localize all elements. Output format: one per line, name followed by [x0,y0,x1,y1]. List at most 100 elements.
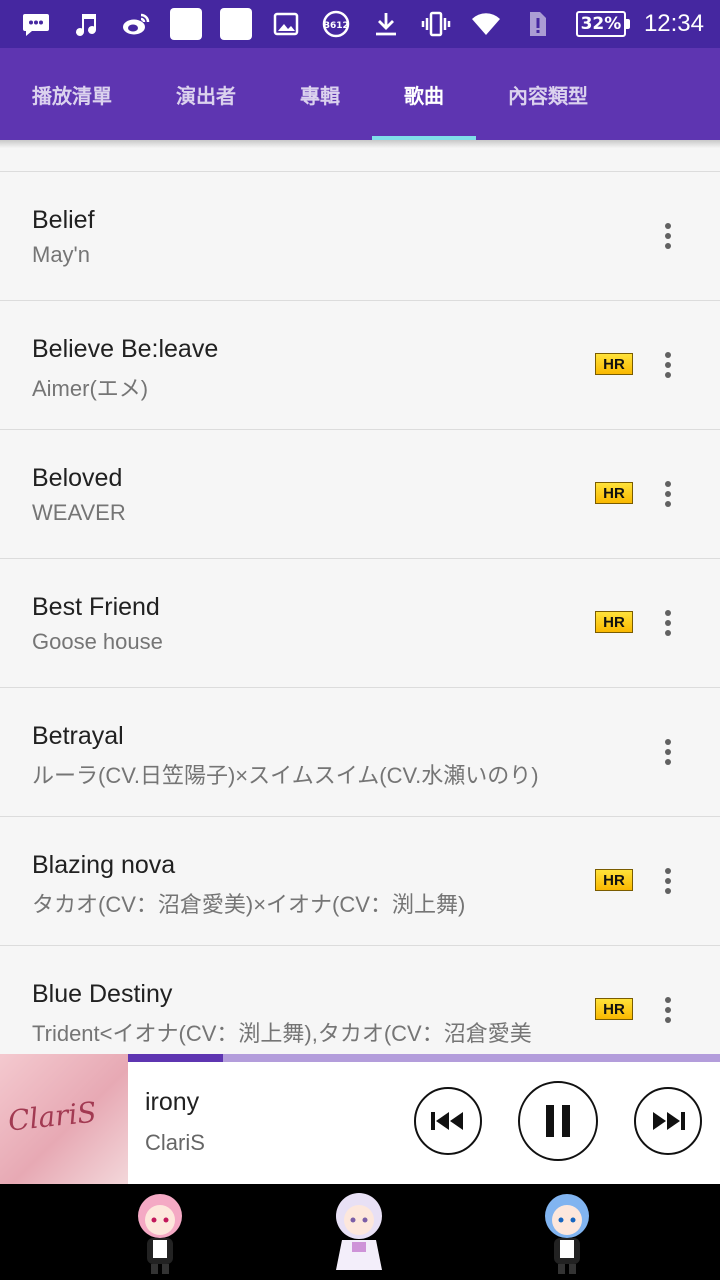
progress-fill [128,1054,223,1062]
more-options-dot [665,630,671,636]
tab-bar: 播放清單 演出者 專輯 歌曲 內容類型 [0,48,720,140]
song-row[interactable]: Best Friend Goose house HR [0,559,720,688]
decorative-strip [0,1184,720,1280]
previous-button[interactable] [414,1087,482,1155]
album-art[interactable]: ClariS [0,1054,128,1184]
song-title: Best Friend [32,593,160,621]
song-artist: Goose house [32,629,163,654]
tab-genres[interactable]: 內容類型 [476,48,620,140]
more-options-icon[interactable] [652,728,684,776]
next-button[interactable] [634,1087,702,1155]
status-bar: B612 32% 12:34 [0,0,720,48]
tab-artists[interactable]: 演出者 [144,48,268,140]
song-list[interactable]: Belief May'n Believe Be:leave Aimer(エメ) HR Be… [0,148,720,1054]
progress-bar[interactable] [128,1054,720,1062]
sim-alert-icon [520,8,552,40]
tab-playlists[interactable]: 播放清單 [0,48,144,140]
more-options-dot [665,888,671,894]
now-playing-title: irony [145,1088,200,1116]
album-art-text: ClariS [6,1095,99,1138]
tab-label: 專輯 [300,83,340,108]
chibi-character-blue-icon [545,1194,589,1274]
song-row[interactable]: Blue Destiny Trident<イオナ(CV：渕上舞),タカオ(CV：沼… [0,946,720,1054]
song-title: Blue Destiny [32,980,173,1008]
more-options-icon[interactable] [652,341,684,389]
notification-icons: B612 [20,8,576,40]
song-artist: WEAVER [32,500,126,525]
tab-songs[interactable]: 歌曲 [372,48,476,140]
wifi-icon [470,8,502,40]
music-note-icon [70,8,102,40]
more-options-dot [665,491,671,497]
download-icon [370,8,402,40]
vibrate-icon [420,8,452,40]
square-app-icon [220,8,252,40]
image-icon [270,8,302,40]
more-options-dot [665,749,671,755]
more-options-dot [665,1007,671,1013]
svg-text:B612: B612 [323,21,349,31]
chibi-character-white-icon [336,1193,382,1270]
song-title: Blazing nova [32,851,176,879]
chibi-character-pink-icon [138,1194,182,1274]
song-row[interactable]: Blazing nova タカオ(CV：沼倉愛美)×イオナ(CV：渕上舞) HR [0,817,720,946]
more-options-dot [665,362,671,368]
song-title: Beloved [32,464,123,492]
song-artist: タカオ(CV：沼倉愛美)×イオナ(CV：渕上舞) [32,892,466,917]
tab-shadow [0,140,720,148]
song-artist: Trident<イオナ(CV：渕上舞),タカオ(CV：沼倉愛美 [32,1021,532,1046]
message-icon [20,8,52,40]
song-title: Belief [32,206,95,234]
pause-icon [546,1105,570,1137]
song-title: Betrayal [32,722,124,750]
clock: 12:34 [643,10,704,37]
hi-res-badge: HR [595,869,633,891]
more-options-icon[interactable] [652,986,684,1034]
song-title: Believe Be:leave [32,335,219,363]
b612-icon: B612 [320,8,352,40]
more-options-dot [665,352,671,358]
tab-label: 播放清單 [32,83,112,108]
battery-level: 32% [575,11,626,37]
list-divider [0,148,720,172]
tab-albums[interactable]: 專輯 [268,48,372,140]
more-options-icon[interactable] [652,857,684,905]
song-row[interactable]: Believe Be:leave Aimer(エメ) HR [0,301,720,430]
more-options-dot [665,739,671,745]
song-artist: May'n [32,242,90,267]
pause-button[interactable] [518,1081,598,1161]
hi-res-badge: HR [595,353,633,375]
song-artist: Aimer(エメ) [32,376,149,401]
mini-player[interactable]: ClariS irony ClariS [0,1054,720,1184]
skip-previous-icon [431,1112,463,1130]
more-options-icon[interactable] [652,599,684,647]
hi-res-badge: HR [595,611,633,633]
more-options-dot [665,372,671,378]
more-options-dot [665,481,671,487]
song-artist: ルーラ(CV.日笠陽子)×スイムスイム(CV.水瀬いのり) [32,763,539,788]
more-options-dot [665,620,671,626]
weibo-icon [120,8,152,40]
more-options-dot [665,501,671,507]
song-row[interactable]: Belief May'n [0,172,720,301]
more-options-icon[interactable] [652,212,684,260]
song-row[interactable]: Beloved WEAVER HR [0,430,720,559]
song-row[interactable]: Betrayal ルーラ(CV.日笠陽子)×スイムスイム(CV.水瀬いのり) [0,688,720,817]
more-options-dot [665,868,671,874]
tab-label: 內容類型 [508,83,588,108]
hi-res-badge: HR [595,998,633,1020]
tab-label: 歌曲 [404,83,444,108]
more-options-icon[interactable] [652,470,684,518]
now-playing-artist: ClariS [145,1130,205,1155]
more-options-dot [665,759,671,765]
more-options-dot [665,1017,671,1023]
more-options-dot [665,610,671,616]
skip-next-icon [653,1112,685,1130]
hi-res-badge: HR [595,482,633,504]
square-app-icon [170,8,202,40]
battery-indicator: 32% [575,11,630,37]
more-options-dot [665,243,671,249]
more-options-dot [665,997,671,1003]
tab-label: 演出者 [176,83,236,108]
more-options-dot [665,878,671,884]
